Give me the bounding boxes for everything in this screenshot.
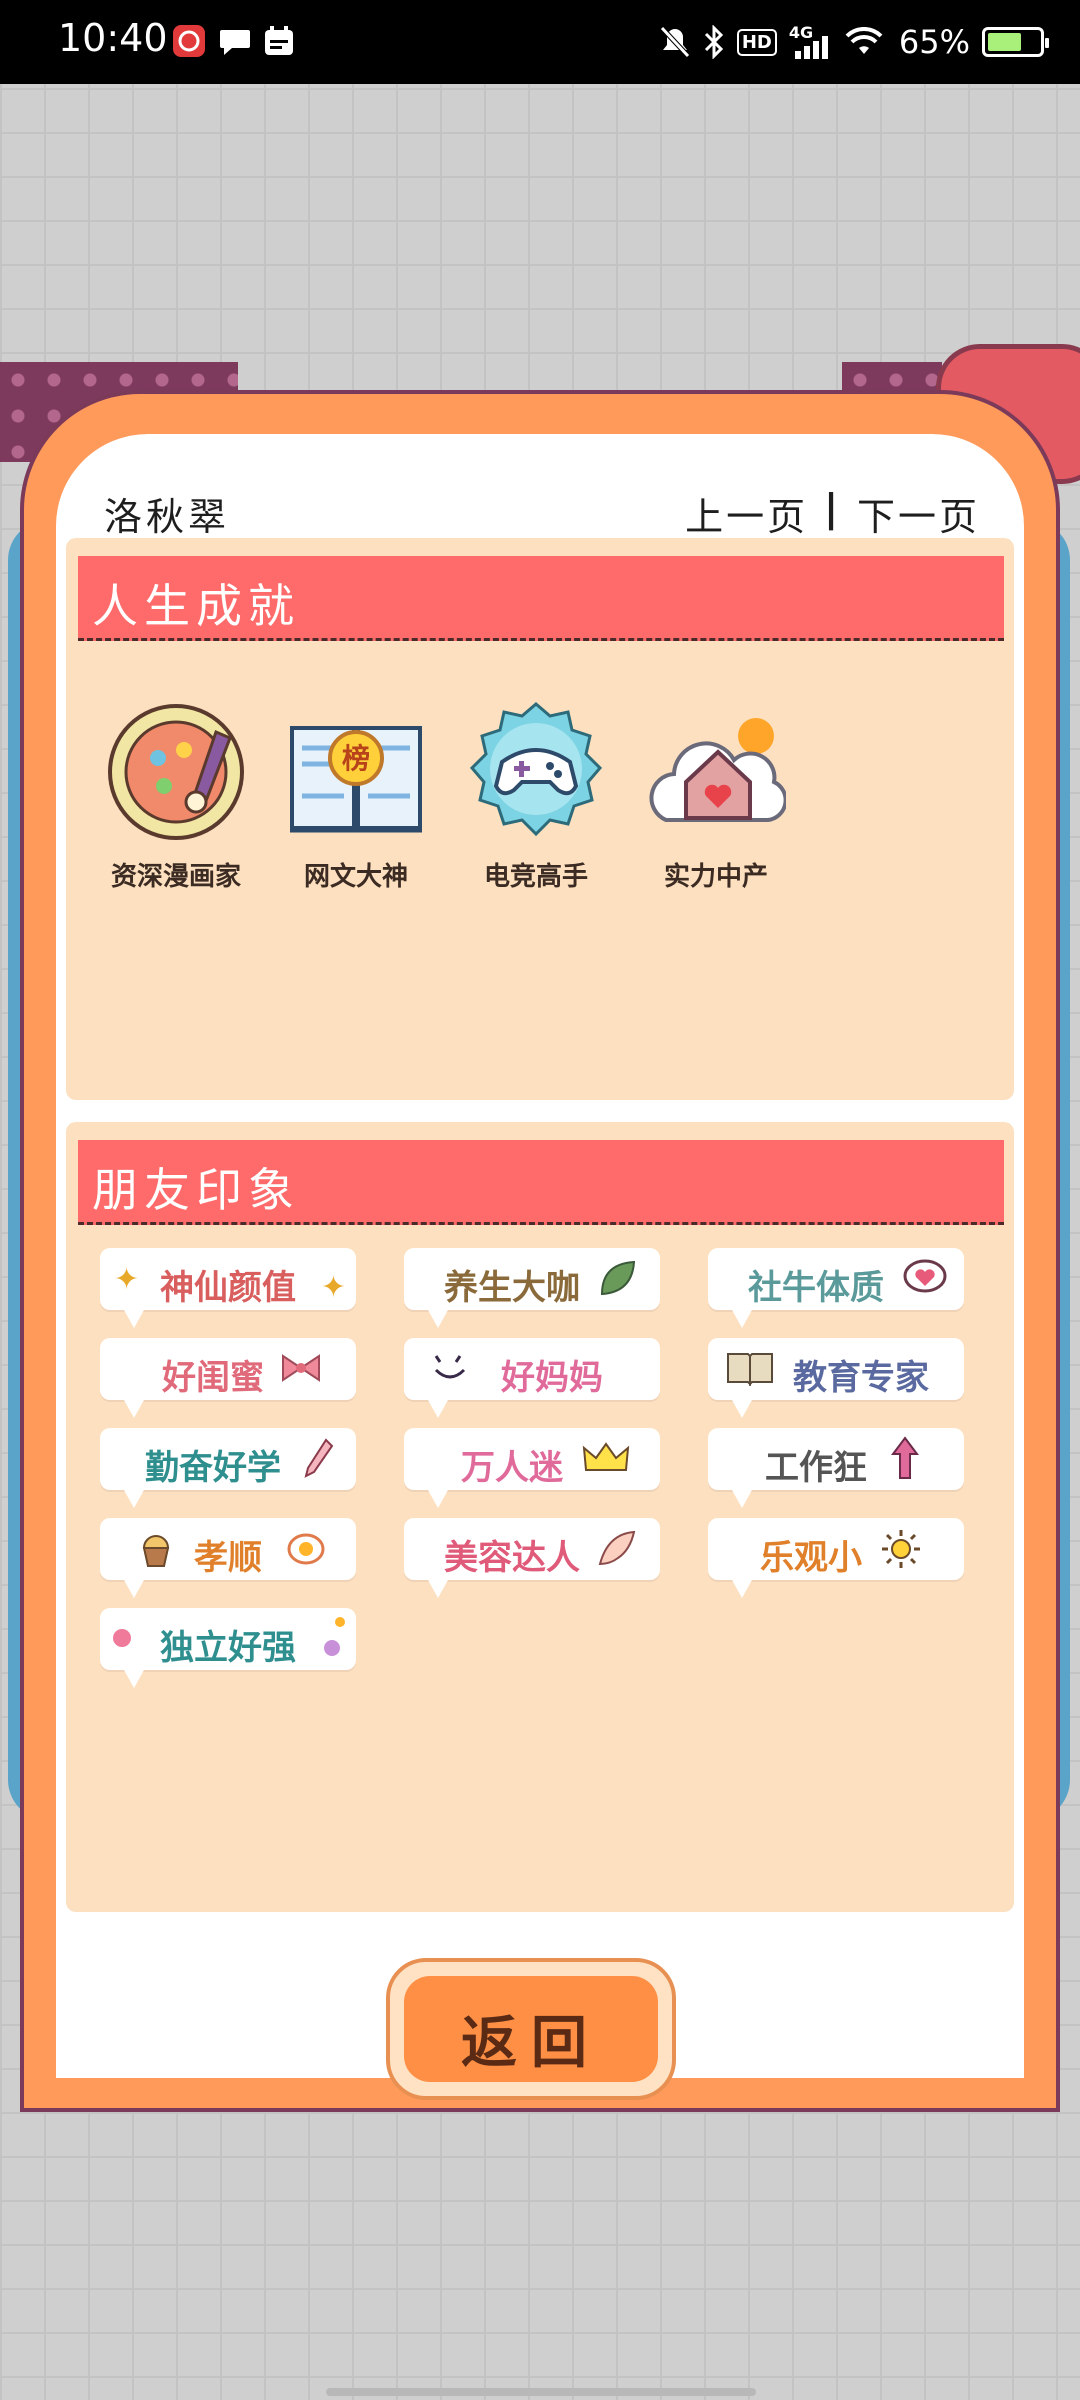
tag-label: 社牛体质	[748, 1268, 884, 1308]
impression-tag: 社牛体质	[708, 1248, 964, 1328]
profile-modal: 洛秋翠 上一页 | 下一页 人生成就 资深漫画家 榜 网文大神 电竞高手 实力中…	[20, 390, 1060, 2112]
tag-label: 神仙颜值	[160, 1268, 296, 1308]
achievement-label: 网文大神	[303, 862, 408, 892]
section-title: 人生成就	[92, 579, 300, 633]
prev-page-button[interactable]: 上一页	[685, 486, 808, 541]
player-name: 洛秋翠	[104, 495, 231, 539]
crown-icon	[582, 1442, 630, 1471]
achievement-label: 电竞高手	[483, 862, 588, 892]
tag-label: 好妈妈	[501, 1358, 603, 1398]
impression-tag: 养生大咖	[404, 1248, 660, 1328]
svg-text:榜: 榜	[342, 742, 370, 775]
book-ranking-icon: 榜	[290, 726, 422, 833]
section-header: 朋友印象	[78, 1140, 1004, 1225]
pagination: 上一页 | 下一页	[685, 486, 980, 541]
egg-icon	[287, 1533, 325, 1565]
gamepad-icon	[469, 702, 603, 837]
tag-label: 养生大咖	[444, 1268, 580, 1308]
palette-icon	[108, 704, 244, 840]
netease-music-icon	[173, 25, 205, 57]
home-indicator[interactable]	[326, 2388, 756, 2396]
wing-icon	[598, 1530, 636, 1566]
pencil-icon	[304, 1438, 334, 1478]
achievement-item[interactable]: 实力中产	[636, 702, 796, 893]
battery-fill	[988, 33, 1021, 51]
achievement-label: 实力中产	[663, 862, 768, 892]
message-icon	[220, 30, 250, 55]
impression-tag: 工作狂	[708, 1428, 964, 1508]
sun-icon	[882, 1530, 920, 1568]
impression-tag: 勤奋好学	[100, 1428, 356, 1508]
impression-tag: ✦ 神仙颜值 ✦	[100, 1248, 356, 1328]
return-button[interactable]: 返回	[386, 1958, 676, 2100]
status-bar: 10:40 HD 4G 65%	[0, 0, 1080, 84]
impression-tag: 独立好强	[100, 1608, 356, 1688]
return-button-label: 返回	[461, 2011, 601, 2076]
pager-separator: |	[824, 486, 841, 530]
achievement-label: 资深漫画家	[110, 862, 241, 892]
modal-content: 洛秋翠 上一页 | 下一页 人生成就 资深漫画家 榜 网文大神 电竞高手 实力中…	[56, 434, 1024, 2100]
impression-tag: 美容达人	[404, 1518, 660, 1598]
hd-icon: HD	[736, 28, 777, 56]
battery-percent: 65%	[898, 23, 970, 61]
achievement-item[interactable]: 电竞高手	[456, 702, 616, 893]
arrow-up-icon	[891, 1436, 919, 1479]
impression-tag: 教育专家	[708, 1338, 964, 1418]
impression-tag: 乐观小	[708, 1518, 964, 1598]
tag-label: 教育专家	[793, 1358, 929, 1398]
tag-label: 勤奋好学	[145, 1448, 281, 1488]
dots-icon	[324, 1617, 345, 1656]
calendar-icon	[265, 26, 293, 55]
bow-icon	[282, 1354, 320, 1382]
battery-icon	[982, 27, 1049, 57]
house-icon	[649, 718, 788, 822]
leaf-icon	[600, 1260, 636, 1296]
achievement-item[interactable]: 资深漫画家	[96, 702, 256, 893]
impression-tag: 好闺蜜	[100, 1338, 356, 1418]
achievements-section: 人生成就 资深漫画家 榜 网文大神 电竞高手 实力中产	[66, 538, 1014, 1100]
bluetooth-icon	[704, 25, 723, 59]
tag-label: 美容达人	[444, 1538, 580, 1578]
section-title: 朋友印象	[92, 1163, 300, 1217]
achievement-item[interactable]: 榜 网文大神	[276, 702, 436, 893]
impressions-section: 朋友印象 ✦ 神仙颜值 ✦ 养生大咖 社牛体质 好闺蜜 好妈妈 教育专家 勤奋好…	[66, 1122, 1014, 1912]
mute-icon	[660, 26, 690, 58]
impression-tag: 好妈妈	[404, 1338, 660, 1418]
wifi-icon	[845, 27, 883, 54]
tag-label: 独立好强	[160, 1628, 296, 1668]
signal-icon: 4G	[789, 23, 833, 59]
sparkle-icon: ✦	[320, 1270, 346, 1305]
next-page-button[interactable]: 下一页	[857, 486, 980, 541]
section-header: 人生成就	[78, 556, 1004, 641]
clock: 10:40	[58, 16, 168, 60]
heart-bubble-icon	[903, 1259, 947, 1293]
impression-tag: 孝顺	[100, 1518, 356, 1598]
impression-tag: 万人迷	[404, 1428, 660, 1508]
